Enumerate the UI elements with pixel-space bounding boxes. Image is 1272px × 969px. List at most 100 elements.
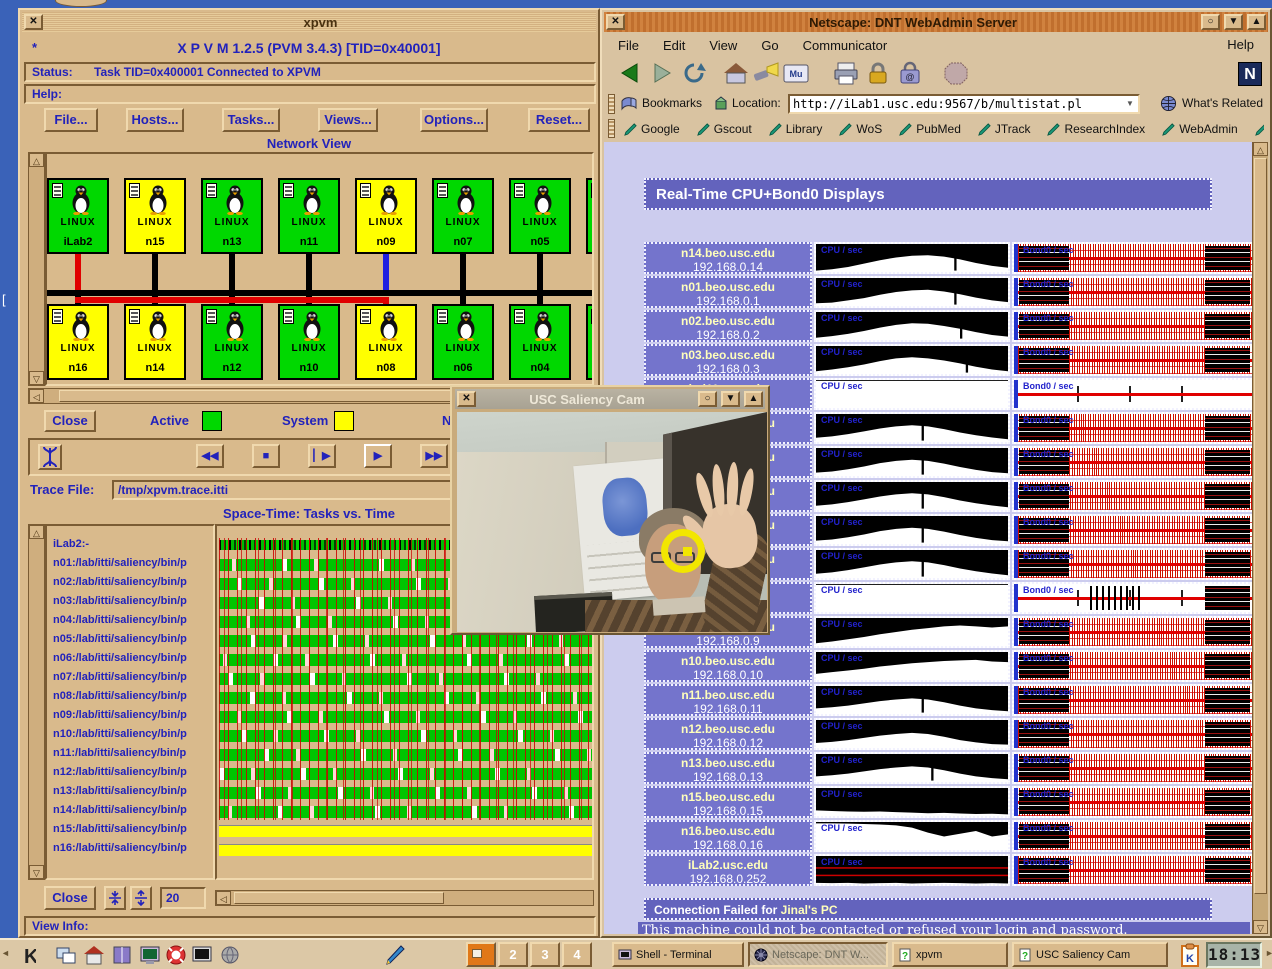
task-button-usc-saliency-cam[interactable]: ?USC Saliency Cam bbox=[1012, 942, 1168, 967]
scrollbar-thumb[interactable] bbox=[234, 892, 444, 904]
scroll-down-icon[interactable]: ▽ bbox=[1253, 920, 1268, 934]
bookmarks-label[interactable]: Bookmarks bbox=[642, 96, 702, 110]
panel-hide-right-icon[interactable]: ► bbox=[1265, 948, 1272, 958]
row-height-field[interactable]: 20 bbox=[160, 887, 206, 909]
browser-globe-icon[interactable] bbox=[218, 943, 243, 968]
network-node-n10[interactable]: LINUXn10 bbox=[278, 304, 340, 380]
documentation-icon[interactable] bbox=[110, 943, 135, 968]
location-icon[interactable] bbox=[714, 95, 728, 116]
wm-menu-icon[interactable]: ○ bbox=[1201, 14, 1220, 30]
network-node-n08[interactable]: LINUXn08 bbox=[355, 304, 417, 380]
home-icon[interactable] bbox=[82, 943, 107, 968]
toolbar-grip[interactable] bbox=[608, 119, 615, 138]
scroll-up-icon[interactable]: △ bbox=[29, 153, 44, 167]
spacetime-close-button[interactable]: Close bbox=[44, 886, 96, 910]
play-icon[interactable]: ▶ bbox=[364, 444, 392, 468]
xpvm-button-options[interactable]: Options... bbox=[420, 108, 488, 132]
display-icon[interactable] bbox=[190, 943, 215, 968]
menu-edit[interactable]: Edit bbox=[663, 38, 685, 53]
shop-icon[interactable]: @ bbox=[896, 60, 926, 90]
network-close-button[interactable]: Close bbox=[44, 410, 96, 432]
bookmark-google[interactable]: Google bbox=[624, 122, 680, 136]
scrollbar-thumb[interactable] bbox=[1254, 158, 1267, 894]
netscape-logo[interactable]: N bbox=[1238, 62, 1262, 86]
menu-view[interactable]: View bbox=[709, 38, 737, 53]
xpvm-button-tasks[interactable]: Tasks... bbox=[222, 108, 280, 132]
desktop-2-button[interactable]: 2 bbox=[498, 942, 528, 967]
scroll-left-icon[interactable]: ◁ bbox=[29, 389, 44, 403]
klipper-icon[interactable]: K bbox=[1180, 943, 1200, 968]
task-button-shell-terminal[interactable]: Shell - Terminal bbox=[612, 942, 744, 967]
network-node-clipped[interactable]: LINUX bbox=[586, 178, 594, 254]
security-icon[interactable] bbox=[864, 60, 894, 90]
menu-communicator[interactable]: Communicator bbox=[803, 38, 888, 53]
network-node-n04[interactable]: LINUXn04 bbox=[509, 304, 571, 380]
shade-icon[interactable]: ▲ bbox=[1247, 14, 1266, 30]
network-node-clipped[interactable]: LINUX bbox=[586, 304, 594, 380]
forward-icon[interactable] bbox=[648, 60, 678, 90]
window-list-icon[interactable] bbox=[54, 943, 79, 968]
network-node-n12[interactable]: LINUXn12 bbox=[201, 304, 263, 380]
iconify-icon[interactable]: ▼ bbox=[1224, 14, 1243, 30]
bookmark-jtrack[interactable]: JTrack bbox=[978, 122, 1031, 136]
network-node-n09[interactable]: LINUXn09 bbox=[355, 178, 417, 254]
whats-related-label[interactable]: What's Related bbox=[1182, 96, 1263, 110]
network-node-n16[interactable]: LINUXn16 bbox=[47, 304, 109, 380]
home-icon[interactable] bbox=[722, 60, 752, 90]
klipper-pen-icon[interactable] bbox=[384, 943, 409, 968]
network-vertical-scrollbar[interactable]: △ ▽ bbox=[28, 152, 45, 386]
expand-rows-icon[interactable] bbox=[130, 886, 152, 910]
back-icon[interactable] bbox=[616, 60, 646, 90]
xpvm-button-hosts[interactable]: Hosts... bbox=[126, 108, 184, 132]
fork-icon[interactable] bbox=[38, 444, 62, 470]
bookmark-library[interactable]: Library bbox=[769, 122, 823, 136]
desktop-1-button[interactable] bbox=[466, 942, 496, 967]
url-input[interactable]: http://iLab1.usc.edu:9567/b/multistat.pl bbox=[788, 94, 1140, 114]
close-icon[interactable]: ✕ bbox=[24, 14, 43, 30]
stop-icon[interactable] bbox=[942, 60, 972, 90]
menu-file[interactable]: File bbox=[618, 38, 639, 53]
menu-help[interactable]: Help bbox=[1227, 37, 1254, 52]
netscape-titlebar[interactable]: ✕ Netscape: DNT WebAdmin Server ○ ▼ ▲ bbox=[604, 12, 1268, 32]
scroll-down-icon[interactable]: ▽ bbox=[29, 371, 44, 385]
help-icon[interactable] bbox=[164, 943, 189, 968]
network-node-n06[interactable]: LINUXn06 bbox=[432, 304, 494, 380]
network-node-n07[interactable]: LINUXn07 bbox=[432, 178, 494, 254]
desktop-4-button[interactable]: 4 bbox=[562, 942, 592, 967]
network-node-n15[interactable]: LINUXn15 bbox=[124, 178, 186, 254]
network-node-n14[interactable]: LINUXn14 bbox=[124, 304, 186, 380]
step-icon[interactable]: ▏▶ bbox=[308, 444, 336, 468]
bookmark-webadmin[interactable]: WebAdmin bbox=[1162, 122, 1237, 136]
stop-icon[interactable]: ■ bbox=[252, 444, 280, 468]
network-node-n11[interactable]: LINUXn11 bbox=[278, 178, 340, 254]
bookmark-pubmed[interactable]: PubMed bbox=[899, 122, 961, 136]
bookmark-gscout[interactable]: Gscout bbox=[697, 122, 752, 136]
print-icon[interactable] bbox=[832, 60, 862, 90]
page-vertical-scrollbar[interactable]: △ ▽ bbox=[1252, 142, 1268, 934]
fast-forward-icon[interactable]: ▶▶ bbox=[420, 444, 448, 468]
search-icon[interactable] bbox=[752, 60, 782, 90]
network-node-n13[interactable]: LINUXn13 bbox=[201, 178, 263, 254]
xpvm-button-reset[interactable]: Reset... bbox=[528, 108, 590, 132]
url-dropdown-icon[interactable]: ▼ bbox=[1126, 96, 1138, 112]
compress-rows-icon[interactable] bbox=[104, 886, 126, 910]
bookmark-wos[interactable]: WoS bbox=[839, 122, 882, 136]
reload-icon[interactable] bbox=[680, 60, 710, 90]
shade-icon[interactable]: ▲ bbox=[744, 391, 763, 407]
wm-menu-icon[interactable]: ○ bbox=[698, 391, 717, 407]
iconify-icon[interactable]: ▼ bbox=[721, 391, 740, 407]
bookmark-researchindex[interactable]: ResearchIndex bbox=[1047, 122, 1145, 136]
scroll-up-icon[interactable]: △ bbox=[1253, 142, 1268, 156]
scroll-up-icon[interactable]: △ bbox=[29, 525, 44, 539]
network-node-iLab2[interactable]: LINUXiLab2 bbox=[47, 178, 109, 254]
whats-related-icon[interactable] bbox=[1160, 95, 1177, 117]
close-icon[interactable]: ✕ bbox=[457, 391, 476, 407]
task-button-xpvm[interactable]: ?xpvm bbox=[892, 942, 1008, 967]
xpvm-button-views[interactable]: Views... bbox=[318, 108, 378, 132]
bookmarks-icon[interactable] bbox=[620, 95, 638, 116]
panel-hide-left-icon[interactable]: ◄ bbox=[1, 948, 10, 958]
network-node-n05[interactable]: LINUXn05 bbox=[509, 178, 571, 254]
spacetime-horizontal-scrollbar[interactable]: ◁ bbox=[215, 890, 594, 906]
toolbar-grip[interactable] bbox=[608, 94, 615, 114]
close-icon[interactable]: ✕ bbox=[606, 14, 625, 30]
